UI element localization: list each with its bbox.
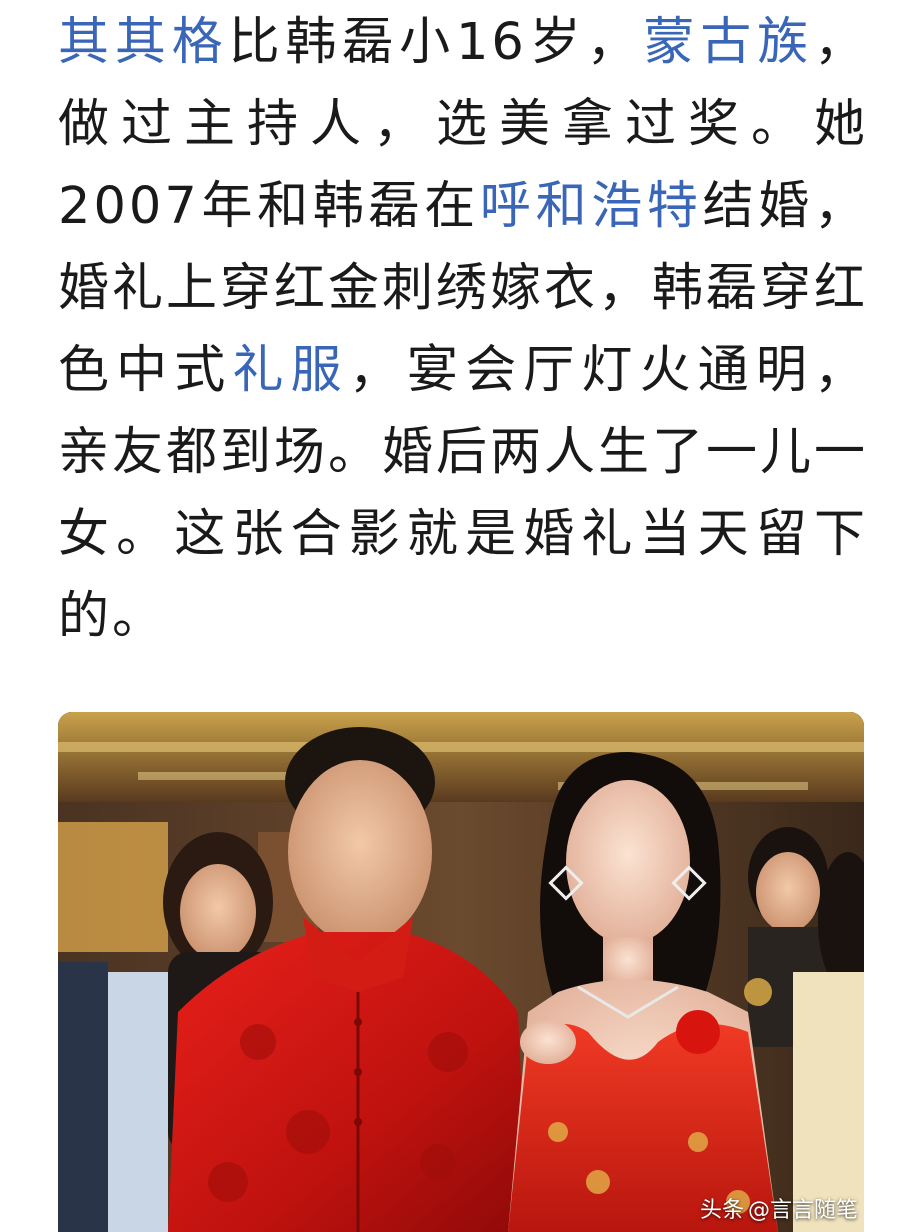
watermark-brand: 头条 <box>699 1198 744 1223</box>
wedding-photo[interactable]: 头条 @言言随笔 <box>58 712 864 1232</box>
watermark-author: @言言随笔 <box>747 1198 858 1223</box>
article-paragraph: 其其格比韩磊小16岁，蒙古族，做过主持人，选美拿过奖。她2007年和韩磊在呼和浩… <box>58 0 868 658</box>
link-hohhot[interactable]: 呼和浩特 <box>480 177 703 236</box>
watermark: 头条 @言言随笔 <box>700 1192 858 1224</box>
article-text: 其其格比韩磊小16岁，蒙古族，做过主持人，选美拿过奖。她2007年和韩磊在呼和浩… <box>58 0 868 658</box>
link-qiqige[interactable]: 其其格 <box>58 13 229 72</box>
wedding-photo-illustration <box>58 712 864 1232</box>
text-segment: 比韩磊小16岁， <box>228 13 644 72</box>
link-mongolian[interactable]: 蒙古族 <box>643 13 814 72</box>
link-formal-wear[interactable]: 礼服 <box>232 341 348 400</box>
